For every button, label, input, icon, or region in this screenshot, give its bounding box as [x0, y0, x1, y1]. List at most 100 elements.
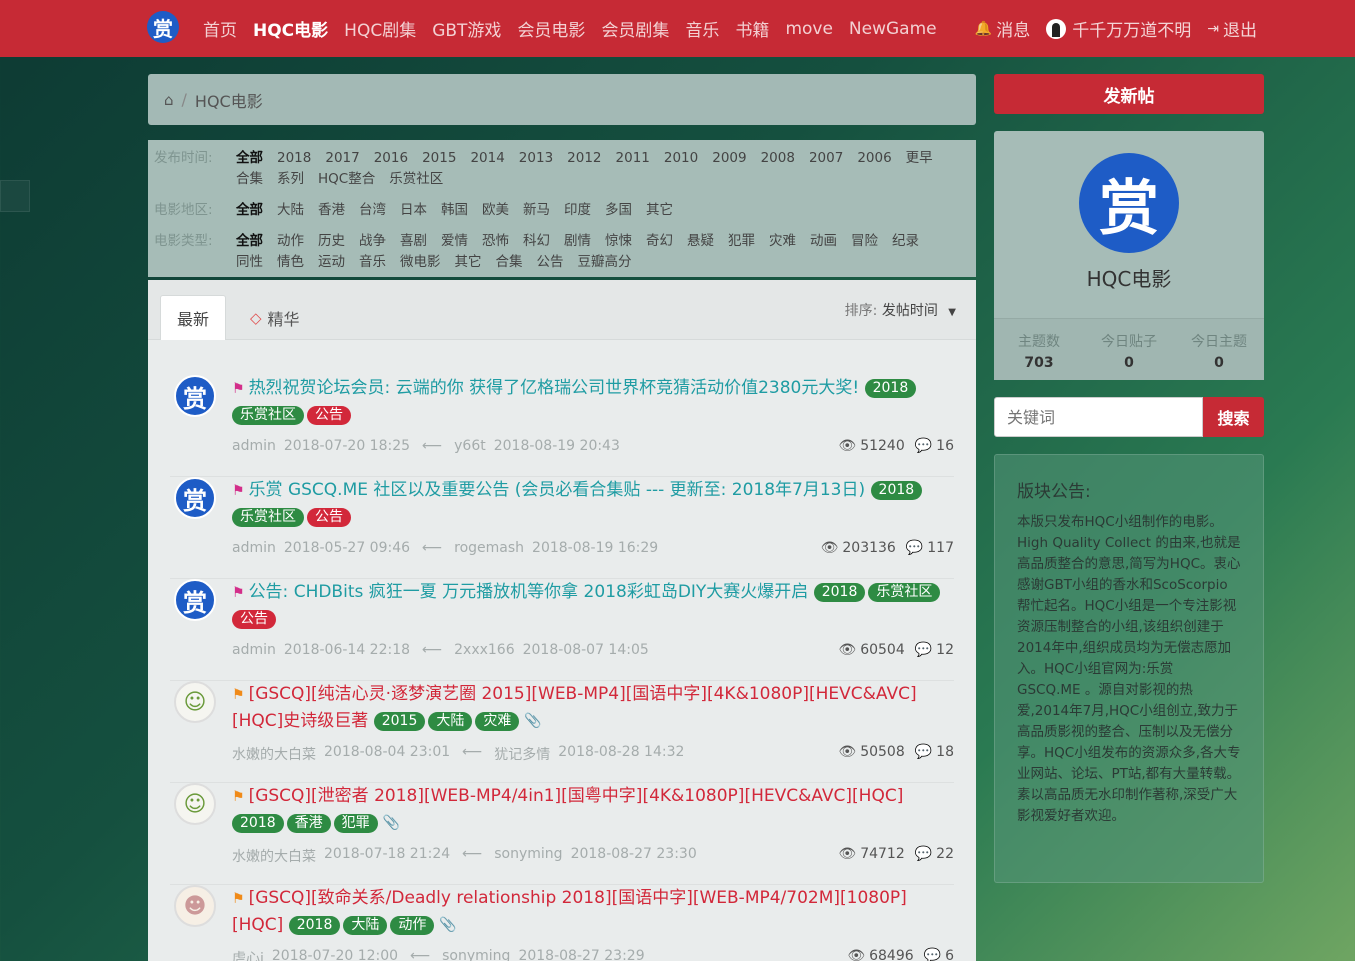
tab-latest[interactable]: 最新	[160, 295, 227, 340]
filter-region-option[interactable]: 日本	[400, 200, 427, 221]
user-avatar[interactable]: 赏	[174, 375, 216, 417]
nav-link-member-movies[interactable]: 会员电影	[517, 16, 585, 41]
filter-region-option[interactable]: 大陆	[277, 200, 304, 221]
filter-genre-option[interactable]: 纪录	[892, 231, 919, 252]
tag-badge[interactable]: 2018	[864, 378, 917, 398]
filter-genre-option[interactable]: 喜剧	[400, 231, 427, 252]
filter-year-option[interactable]: 2008	[761, 148, 795, 169]
nav-link-member-series[interactable]: 会员剧集	[601, 16, 669, 41]
thread-title-link[interactable]: [GSCQ][纯洁心灵·逐梦演艺圈 2015][WEB-MP4][国语中字][4…	[232, 684, 917, 731]
filter-year-option[interactable]: 2015	[422, 148, 456, 169]
thread-author[interactable]: admin	[232, 540, 276, 556]
thread-row[interactable]: 赏 ⚑ 乐赏 GSCQ.ME 社区以及重要公告 (会员必看合集贴 --- 更新至: …	[170, 477, 954, 579]
nav-link-move[interactable]: move	[785, 19, 832, 39]
tag-badge[interactable]: 2018	[288, 915, 341, 935]
thread-title-link[interactable]: 公告: CHDBits 疯狂一夏 万元播放机等你拿 2018彩虹岛DIY大赛火爆…	[249, 582, 809, 602]
filter-year-option[interactable]: 2013	[519, 148, 553, 169]
messages-link[interactable]: 🔔 消息	[975, 16, 1030, 42]
nav-link-music[interactable]: 音乐	[685, 16, 719, 41]
thread-last-user[interactable]: y66t	[454, 438, 486, 454]
nav-link-gbt-games[interactable]: GBT游戏	[432, 16, 501, 41]
side-toggle[interactable]	[0, 180, 30, 212]
tag-badge[interactable]: 公告	[307, 507, 351, 527]
filter-region-option[interactable]: 多国	[605, 200, 632, 221]
filter-genre-option[interactable]: 公告	[537, 252, 564, 273]
filter-genre-option[interactable]: 运动	[318, 252, 345, 273]
filter-genre-option[interactable]: 冒险	[851, 231, 878, 252]
filter-genre-option[interactable]: 奇幻	[646, 231, 673, 252]
filter-year-option[interactable]: 合集	[236, 169, 263, 190]
filter-year-option[interactable]: HQC整合	[318, 169, 375, 190]
filter-year-option[interactable]: 乐赏社区	[389, 169, 443, 190]
filter-genre-option[interactable]: 恐怖	[482, 231, 509, 252]
filter-year-option[interactable]: 2018	[277, 148, 311, 169]
filter-region-option[interactable]: 印度	[564, 200, 591, 221]
filter-genre-option[interactable]: 微电影	[400, 252, 441, 273]
filter-year-option[interactable]: 2006	[857, 148, 891, 169]
filter-genre-option[interactable]: 科幻	[523, 231, 550, 252]
filter-region-option[interactable]: 新马	[523, 200, 550, 221]
filter-genre-option[interactable]: 豆瓣高分	[578, 252, 632, 273]
filter-year-option[interactable]: 系列	[277, 169, 304, 190]
thread-author[interactable]: 水嫩的大白菜	[232, 846, 316, 866]
filter-genre-option[interactable]: 同性	[236, 252, 263, 273]
filter-year-option[interactable]: 2009	[712, 148, 746, 169]
thread-row[interactable]: 赏 ⚑ 热烈祝贺论坛会员: 云端的你 获得了亿格瑞公司世界杯竞猜活动价值2380元大…	[170, 375, 954, 477]
search-input[interactable]	[994, 397, 1203, 437]
tag-badge[interactable]: 香港	[286, 813, 331, 833]
user-avatar[interactable]: 赏	[174, 477, 216, 519]
filter-genre-option[interactable]: 动作	[277, 231, 304, 252]
nav-link-hqc-movies[interactable]: HQC电影	[253, 16, 328, 41]
tag-badge[interactable]: 2015	[373, 711, 426, 731]
tag-badge[interactable]: 大陆	[343, 915, 388, 935]
tag-badge[interactable]: 犯罪	[333, 813, 378, 833]
thread-row[interactable]: ☺ ⚑ [GSCQ][泄密者 2018][WEB-MP4/4in1][国粤中字][4…	[170, 783, 954, 885]
filter-region-option[interactable]: 韩国	[441, 200, 468, 221]
tag-badge[interactable]: 公告	[232, 609, 276, 629]
thread-last-user[interactable]: sonyming	[494, 846, 562, 866]
user-menu[interactable]: 千千万万道不明	[1046, 16, 1191, 41]
nav-link-hqc-series[interactable]: HQC剧集	[344, 16, 416, 41]
user-avatar[interactable]: ☻	[174, 885, 216, 927]
filter-genre-option[interactable]: 战争	[359, 231, 386, 252]
thread-title-link[interactable]: 乐赏 GSCQ.ME 社区以及重要公告 (会员必看合集贴 --- 更新至: 20…	[249, 480, 866, 500]
new-post-button[interactable]: 发新帖	[994, 74, 1264, 114]
filter-year-option[interactable]: 2012	[567, 148, 601, 169]
sort-dropdown[interactable]: 排序: 发帖时间 ▼	[845, 300, 956, 320]
tag-badge[interactable]: 大陆	[428, 711, 473, 731]
thread-title-link[interactable]: [GSCQ][泄密者 2018][WEB-MP4/4in1][国粤中字][4K&…	[249, 786, 904, 806]
filter-year-option[interactable]: 2007	[809, 148, 843, 169]
filter-region-option[interactable]: 香港	[318, 200, 345, 221]
filter-genre-option[interactable]: 动画	[810, 231, 837, 252]
filter-genre-option[interactable]: 悬疑	[687, 231, 714, 252]
filter-genre-option[interactable]: 爱情	[441, 231, 468, 252]
user-avatar[interactable]: 赏	[174, 579, 216, 621]
filter-year-option[interactable]: 全部	[236, 148, 263, 169]
tag-badge[interactable]: 2018	[813, 582, 866, 602]
site-logo[interactable]: 赏	[147, 11, 179, 43]
tag-badge[interactable]: 乐赏社区	[232, 405, 304, 425]
filter-region-option[interactable]: 欧美	[482, 200, 509, 221]
tag-badge[interactable]: 2018	[870, 480, 923, 500]
thread-last-user[interactable]: sonyming	[442, 948, 510, 961]
nav-link-home[interactable]: 首页	[203, 16, 237, 41]
filter-genre-option[interactable]: 历史	[318, 231, 345, 252]
tag-badge[interactable]: 动作	[390, 915, 435, 935]
nav-link-books[interactable]: 书籍	[735, 16, 769, 41]
filter-genre-option[interactable]: 音乐	[359, 252, 386, 273]
thread-author[interactable]: 虐心i	[232, 948, 264, 961]
thread-author[interactable]: 水嫩的大白菜	[232, 744, 316, 764]
logout-link[interactable]: ⇥ 退出	[1207, 16, 1257, 42]
filter-region-option[interactable]: 其它	[646, 200, 673, 221]
filter-genre-option[interactable]: 犯罪	[728, 231, 755, 252]
home-icon[interactable]: ⌂	[164, 91, 174, 109]
filter-year-option[interactable]: 2014	[470, 148, 504, 169]
filter-genre-option[interactable]: 剧情	[564, 231, 591, 252]
thread-title-link[interactable]: 热烈祝贺论坛会员: 云端的你 获得了亿格瑞公司世界杯竞猜活动价值2380元大奖!	[249, 378, 860, 398]
thread-author[interactable]: admin	[232, 438, 276, 454]
thread-row[interactable]: ☻ ⚑ [GSCQ][致命关系/Deadly relationship 2018][…	[170, 885, 954, 961]
filter-genre-option[interactable]: 情色	[277, 252, 304, 273]
filter-genre-option[interactable]: 惊悚	[605, 231, 632, 252]
filter-year-option[interactable]: 更早	[906, 148, 933, 169]
filter-year-option[interactable]: 2016	[374, 148, 408, 169]
